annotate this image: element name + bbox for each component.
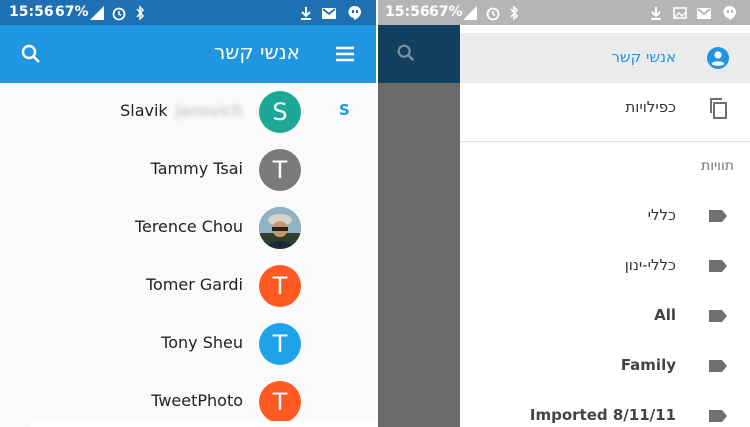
gmail-icon (322, 8, 336, 19)
navigation-drawer: אנשי קשר כפילויות תוויות כללי כללי-ינון … (460, 25, 750, 427)
drawer-item-label-3[interactable]: Family (460, 341, 750, 391)
status-bar: 15:56 67% (0, 0, 376, 25)
contact-avatar: S (259, 91, 301, 133)
contact-name: Tomer Gardi (145, 275, 243, 294)
lte-signal-icon (463, 6, 477, 20)
contact-row[interactable]: Tomer Gardi T (0, 257, 376, 315)
label-icon (709, 310, 727, 322)
app-bar: אנשי קשר (0, 25, 376, 83)
drawer-item-label: Imported 8/11/11 (529, 406, 676, 424)
drawer-item-label-2[interactable]: All (460, 291, 750, 341)
image-icon (673, 7, 687, 19)
drawer-scrim[interactable] (378, 25, 460, 427)
drawer-item-label: Family (620, 356, 676, 374)
download-icon (301, 7, 311, 20)
contact-name: Terence Chou (134, 217, 243, 236)
drawer-item-label-0[interactable]: כללי (460, 191, 750, 241)
dimmed-app-bar (378, 25, 460, 83)
contact-avatar: T (259, 381, 301, 423)
contact-avatar: T (259, 323, 301, 365)
hangouts-icon (723, 5, 736, 20)
navigation-drawer-screen: 15:56 67% אנשי קשר כפילויות תוויות כללי … (378, 0, 750, 427)
drawer-item-duplicates[interactable]: כפילויות (460, 83, 750, 133)
gmail-icon (697, 8, 711, 19)
status-battery: 67% (55, 4, 89, 20)
contacts-list-screen: 15:56 67% אנשי קשר S Slavik Janovich S Ta… (0, 0, 376, 427)
contact-name-blurred: Janovich (175, 101, 243, 120)
search-icon[interactable] (19, 42, 43, 66)
screenshot: 15:56 67% אנשי קשר S Slavik Janovich S Ta… (0, 0, 750, 427)
account-circle-icon (707, 47, 729, 69)
bluetooth-icon (510, 5, 519, 21)
contact-avatar: T (259, 265, 301, 307)
labels-header: תוויות (701, 158, 734, 174)
list-bottom-edge (30, 421, 376, 427)
alarm-icon (486, 7, 500, 21)
contact-name: Tammy Tsai (150, 159, 243, 178)
drawer-divider (460, 141, 750, 142)
status-time: 15:56 (9, 4, 54, 20)
download-icon (651, 7, 661, 20)
drawer-item-label: כללי (647, 206, 676, 224)
contact-row[interactable]: Slavik Janovich S (0, 83, 376, 141)
alarm-icon (112, 7, 126, 21)
drawer-item-label: All (654, 306, 676, 324)
contact-photo (259, 207, 301, 249)
label-icon (709, 210, 727, 222)
status-bar: 15:56 67% (378, 0, 750, 25)
drawer-item-label-1[interactable]: כללי-ינון (460, 241, 750, 291)
contact-name: Tony Sheu (161, 333, 243, 352)
contact-name: TweetPhoto (151, 391, 243, 410)
contact-row[interactable]: Terence Chou (0, 199, 376, 257)
drawer-item-label: כפילויות (625, 98, 676, 116)
hangouts-icon (348, 5, 361, 20)
search-icon (397, 44, 415, 62)
page-title: אנשי קשר (213, 40, 300, 64)
contact-row[interactable]: TweetPhoto T (0, 373, 376, 427)
drawer-item-contacts[interactable]: אנשי קשר (460, 33, 750, 83)
status-time: 15:56 (385, 4, 430, 20)
label-icon (709, 410, 727, 422)
contact-row[interactable]: Tony Sheu T (0, 315, 376, 373)
label-icon (709, 260, 727, 272)
label-icon (709, 360, 727, 372)
bluetooth-icon (136, 5, 145, 21)
contact-avatar: T (259, 149, 301, 191)
duplicates-icon (710, 98, 727, 119)
drawer-item-label: אנשי קשר (611, 48, 676, 66)
menu-icon[interactable] (333, 42, 357, 66)
lte-signal-icon (90, 6, 104, 20)
contact-photo-image (259, 207, 301, 249)
status-battery: 67% (429, 4, 463, 20)
contact-row[interactable]: Tammy Tsai T (0, 141, 376, 199)
contact-name: Slavik Janovich (120, 101, 243, 120)
drawer-item-label-4[interactable]: Imported 8/11/11 (460, 391, 750, 427)
drawer-item-label: כללי-ינון (624, 256, 676, 274)
